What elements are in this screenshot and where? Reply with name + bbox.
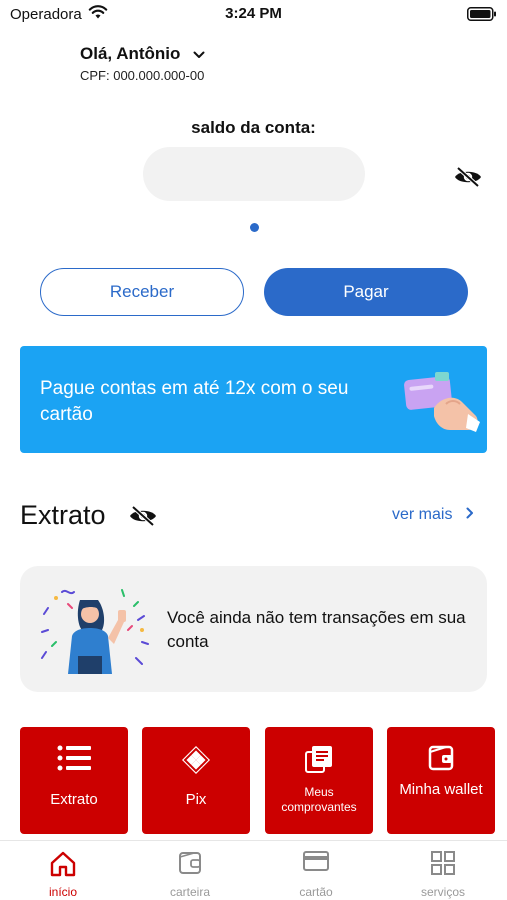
greeting-name: Olá, Antônio [80,44,181,63]
balance-label: saldo da conta: [191,118,316,137]
see-more-label: ver mais [392,506,453,523]
wallet-icon [127,851,253,875]
promo-banner[interactable]: Pague contas em até 12x com o seu cartão [20,346,487,453]
shortcut-label: Pix [185,791,207,808]
shortcut-label: Meus comprovantes [281,785,357,814]
tab-label: serviços [420,885,465,899]
see-more-link[interactable]: ver mais [392,506,474,524]
receipts-icon [265,745,373,773]
tab-label: cartão [299,885,333,899]
page-indicator [250,223,259,232]
balance-value-hidden [143,147,365,201]
empty-statement-message: Você ainda não tem transações em sua con… [167,608,466,651]
chevron-right-icon [466,506,474,524]
status-time: 3:24 PM [225,5,282,22]
tab-label: carteira [169,885,210,899]
statement-title: Extrato [20,500,106,530]
eye-off-icon[interactable] [128,505,158,532]
shortcut-label: Extrato [50,791,98,808]
card-in-hand-illustration [400,364,484,439]
shortcut-extrato[interactable]: Extrato [20,727,128,834]
receive-button[interactable]: Receber [40,268,244,316]
shortcut-tiles: Extrato Pix Meus comprovantes Minha wall… [20,727,495,834]
home-icon [0,851,126,877]
shortcut-receipts[interactable]: Meus comprovantes [265,727,373,834]
tab-cartao[interactable]: cartão [253,841,379,900]
wallet-icon [387,745,495,771]
list-icon [20,745,128,771]
shortcut-wallet[interactable]: Minha wallet [387,727,495,834]
promo-text: Pague contas em até 12x com o seu cartão [40,378,349,425]
battery-icon [467,7,497,26]
cpf-text: CPF: 000.000.000-00 [80,68,205,83]
pix-icon [142,745,250,775]
person-illustration [38,586,150,681]
pay-button[interactable]: Pagar [264,268,468,316]
card-icon [253,851,379,871]
eye-off-icon[interactable] [453,166,483,193]
status-bar: Operadora 3:24 PM [0,0,507,30]
grid-icon [380,851,506,875]
shortcut-label: Minha wallet [399,781,483,798]
tab-carteira[interactable]: carteira [127,841,253,900]
shortcut-pix[interactable]: Pix [142,727,250,834]
account-selector[interactable]: Olá, Antônio CPF: 000.000.000-00 [80,44,205,83]
empty-statement-card: Você ainda não tem transações em sua con… [20,566,487,692]
chevron-down-icon[interactable] [193,46,205,64]
tab-label: início [48,885,77,899]
tab-servicos[interactable]: serviços [380,841,506,900]
tab-bar: início carteira cartão serviços [0,840,507,900]
tab-inicio[interactable]: início [0,841,126,900]
